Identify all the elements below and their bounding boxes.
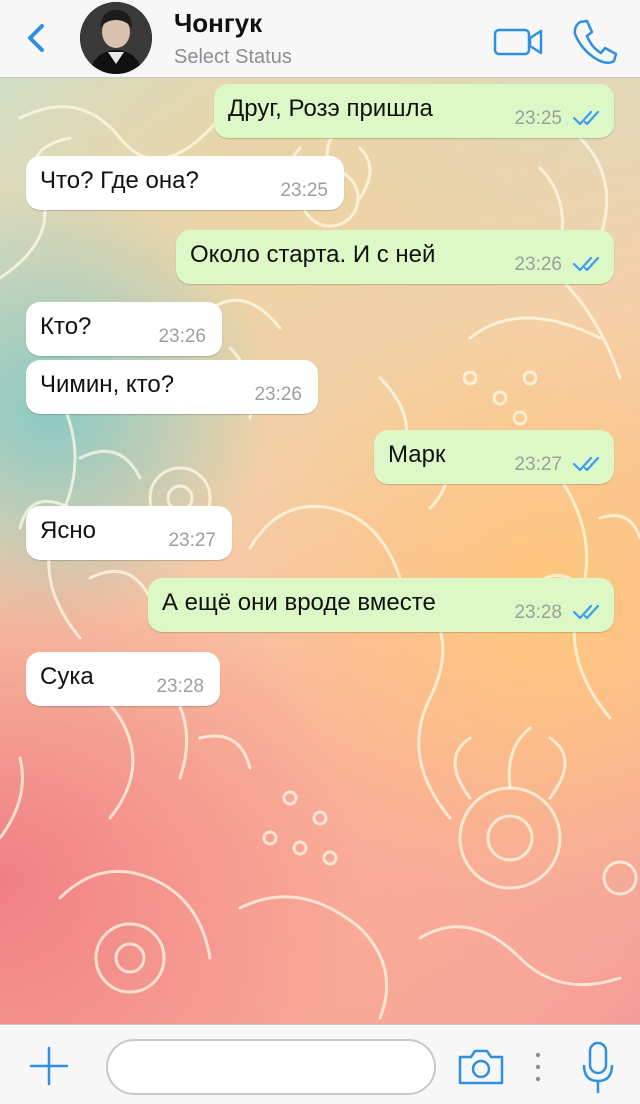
message-time: 23:28 — [156, 676, 204, 697]
message-time: 23:25 — [280, 180, 328, 201]
message-text: Чимин, кто? — [40, 371, 175, 398]
chevron-left-icon[interactable] — [18, 18, 54, 58]
incoming-message[interactable]: Кто? 23:26 — [26, 302, 222, 356]
contact-name[interactable]: Чонгук — [174, 8, 262, 39]
message-time: 23:26 — [158, 326, 206, 347]
double-check-icon — [572, 256, 600, 272]
double-check-icon — [572, 456, 600, 472]
message-time: 23:27 — [514, 454, 562, 475]
chat-area[interactable]: Друг, Розэ пришла 23:25 Что? Где она? 23:25… — [0, 78, 640, 1024]
video-camera-icon[interactable] — [492, 22, 544, 62]
message-text: Друг, Розэ пришла — [228, 95, 433, 122]
incoming-message[interactable]: Сука 23:28 — [26, 652, 220, 706]
message-text: Ясно — [40, 517, 96, 544]
incoming-message[interactable]: Чимин, кто? 23:26 — [26, 360, 318, 414]
message-text: Что? Где она? — [40, 167, 199, 194]
message-text: Сука — [40, 663, 94, 690]
incoming-message[interactable]: Ясно 23:27 — [26, 506, 232, 560]
phone-icon[interactable] — [570, 16, 618, 66]
message-time: 23:26 — [514, 254, 562, 275]
avatar[interactable] — [80, 2, 152, 74]
outgoing-message[interactable]: Около старта. И с ней 23:26 — [176, 230, 614, 284]
message-text: А ещё они вроде вместе — [162, 589, 436, 616]
chat-header: Чонгук Select Status — [0, 0, 640, 78]
message-time: 23:28 — [514, 602, 562, 623]
microphone-icon[interactable] — [580, 1041, 616, 1095]
message-text: Около старта. И с ней — [190, 241, 436, 268]
plus-icon[interactable] — [28, 1045, 70, 1087]
double-check-icon — [572, 604, 600, 620]
incoming-message[interactable]: Что? Где она? 23:25 — [26, 156, 344, 210]
message-time: 23:27 — [168, 530, 216, 551]
double-check-icon — [572, 110, 600, 126]
contact-status: Select Status — [174, 46, 292, 68]
outgoing-message[interactable]: Друг, Розэ пришла 23:25 — [214, 84, 614, 138]
camera-icon[interactable] — [456, 1047, 506, 1087]
outgoing-message[interactable]: А ещё они вроде вместе 23:28 — [148, 578, 614, 632]
input-bar — [0, 1024, 640, 1104]
outgoing-message[interactable]: Марк 23:27 — [374, 430, 614, 484]
vertical-dots-icon[interactable] — [532, 1051, 544, 1083]
message-time: 23:25 — [514, 108, 562, 129]
message-text: Кто? — [40, 313, 92, 340]
message-input[interactable] — [106, 1039, 436, 1095]
message-time: 23:26 — [254, 384, 302, 405]
message-text: Марк — [388, 441, 446, 468]
